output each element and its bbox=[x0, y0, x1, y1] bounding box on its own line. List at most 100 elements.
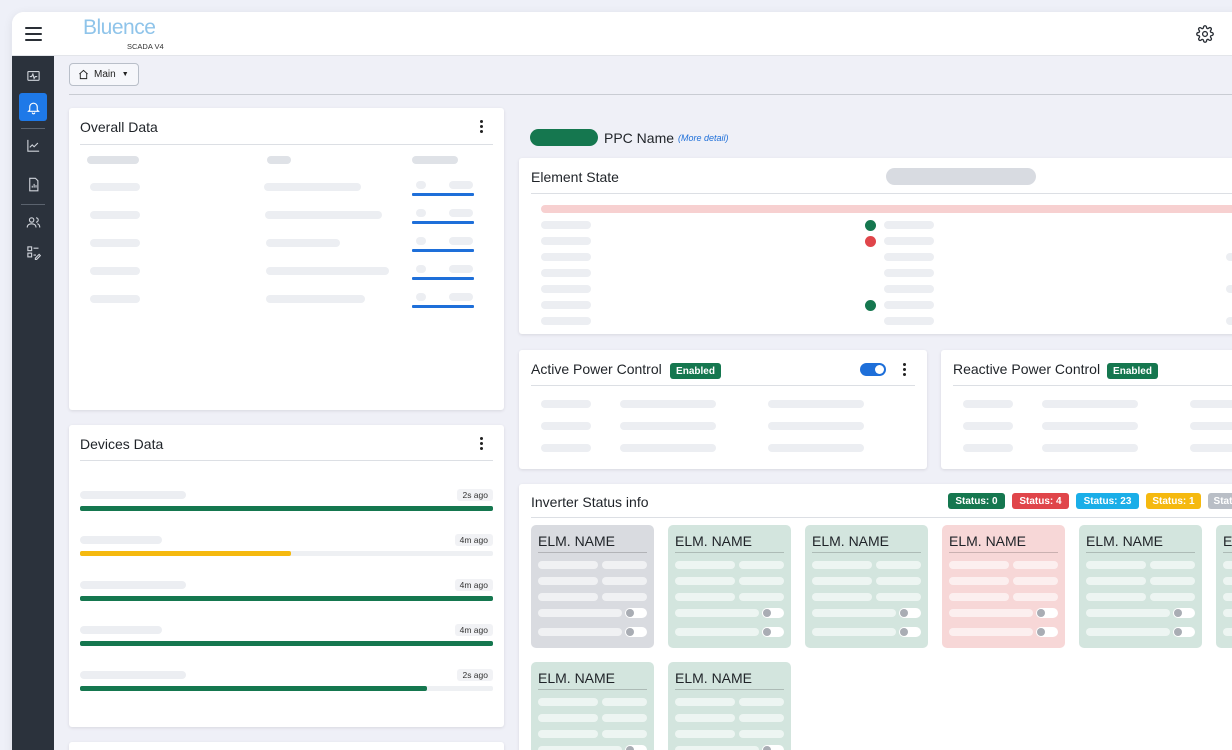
placeholder-bar bbox=[949, 593, 1009, 601]
element-toggle[interactable] bbox=[625, 627, 647, 637]
placeholder-bar bbox=[876, 593, 921, 601]
progress-fill bbox=[80, 686, 427, 691]
placeholder-bar bbox=[812, 628, 896, 636]
placeholder-bar bbox=[80, 671, 186, 679]
placeholder-bar bbox=[80, 491, 186, 499]
element-toggle[interactable] bbox=[1036, 627, 1058, 637]
active-power-control-card: Active Power Control Enabled bbox=[519, 350, 927, 469]
placeholder-bar bbox=[675, 561, 735, 569]
users-icon bbox=[26, 216, 40, 228]
element-toggle[interactable] bbox=[762, 627, 784, 637]
placeholder-bar bbox=[876, 561, 921, 569]
inverter-element-tile[interactable]: ELM. NAME bbox=[942, 525, 1065, 648]
progress-fill bbox=[80, 596, 493, 601]
placeholder-bar bbox=[541, 444, 591, 452]
placeholder-bar bbox=[675, 628, 759, 636]
status-dot-ok bbox=[865, 300, 876, 311]
more-options-icon[interactable] bbox=[476, 436, 486, 450]
status-count-badge[interactable]: Status: 0 bbox=[948, 493, 1005, 509]
element-toggle[interactable] bbox=[762, 608, 784, 618]
status-dot-ok bbox=[865, 220, 876, 231]
inverter-element-tile[interactable]: ELM. NAME bbox=[1079, 525, 1202, 648]
card-divider bbox=[80, 144, 493, 145]
inverter-element-tile[interactable]: ELM. NAME bbox=[531, 662, 654, 750]
placeholder-bar bbox=[949, 628, 1033, 636]
element-toggle[interactable] bbox=[899, 608, 921, 618]
placeholder-bar bbox=[80, 536, 162, 544]
element-toggle[interactable] bbox=[1173, 627, 1195, 637]
placeholder-bar bbox=[620, 400, 716, 408]
placeholder-bar bbox=[1086, 561, 1146, 569]
sidebar-item-reports[interactable] bbox=[19, 170, 47, 198]
placeholder-bar bbox=[538, 698, 598, 706]
placeholder-bar bbox=[541, 301, 591, 309]
sidebar-item-users[interactable] bbox=[19, 208, 47, 236]
placeholder-bar bbox=[538, 730, 598, 738]
placeholder-bar bbox=[602, 593, 647, 601]
placeholder-bar bbox=[602, 561, 647, 569]
placeholder-pill bbox=[886, 168, 1036, 185]
inverter-element-tile[interactable]: ELM. NAME bbox=[668, 662, 791, 750]
app-logo: Bluence SCADA V4 bbox=[83, 16, 164, 51]
overall-data-title: Overall Data bbox=[80, 119, 158, 135]
progress-fill bbox=[80, 506, 493, 511]
status-count-badge[interactable]: Stat bbox=[1208, 493, 1232, 509]
inverter-status-card: Inverter Status info Status: 0 Status: 4 S… bbox=[519, 484, 1232, 750]
overall-data-card: Overall Data bbox=[69, 108, 504, 410]
placeholder-bar bbox=[884, 221, 934, 229]
value-indicator-line bbox=[412, 277, 474, 280]
element-toggle[interactable] bbox=[625, 608, 647, 618]
main-dropdown-button[interactable]: Main ▼ bbox=[69, 63, 139, 86]
placeholder-bar bbox=[739, 561, 784, 569]
element-name: ELM. NAME bbox=[812, 533, 890, 549]
active-power-title: Active Power Control bbox=[531, 361, 662, 377]
edit-list-icon bbox=[26, 245, 41, 260]
placeholder-bar bbox=[541, 400, 591, 408]
element-toggle[interactable] bbox=[1036, 608, 1058, 618]
sidebar bbox=[12, 56, 54, 750]
sidebar-item-trends[interactable] bbox=[19, 131, 47, 159]
placeholder-bar bbox=[675, 609, 759, 617]
reactive-power-control-card: Reactive Power Control Enabled bbox=[941, 350, 1232, 469]
placeholder-bar bbox=[541, 221, 591, 229]
more-detail-link[interactable]: (More detail) bbox=[678, 133, 729, 143]
sidebar-item-settings-list[interactable] bbox=[19, 238, 47, 266]
sidebar-item-alarms[interactable] bbox=[19, 93, 47, 121]
value-indicator-line bbox=[412, 221, 474, 224]
placeholder-bar bbox=[949, 561, 1009, 569]
tile-divider bbox=[538, 552, 647, 553]
element-toggle[interactable] bbox=[899, 627, 921, 637]
inverter-element-tile[interactable]: ELM. NAME bbox=[805, 525, 928, 648]
menu-icon[interactable] bbox=[25, 27, 42, 41]
placeholder-bar bbox=[884, 301, 934, 309]
next-card bbox=[69, 742, 504, 750]
placeholder-bar bbox=[80, 581, 186, 589]
status-count-badge[interactable]: Status: 1 bbox=[1146, 493, 1201, 509]
placeholder-bar bbox=[449, 209, 473, 217]
more-options-icon[interactable] bbox=[899, 362, 909, 376]
more-options-icon[interactable] bbox=[476, 119, 486, 133]
gear-icon[interactable] bbox=[1196, 25, 1214, 43]
placeholder-bar bbox=[449, 293, 473, 301]
sidebar-item-monitor[interactable] bbox=[19, 62, 47, 90]
placeholder-bar bbox=[1042, 422, 1138, 430]
element-toggle[interactable] bbox=[1173, 608, 1195, 618]
last-update-badge: 4m ago bbox=[454, 624, 493, 636]
placeholder-bar bbox=[739, 714, 784, 722]
app-name: Bluence bbox=[83, 16, 156, 39]
status-count-badge[interactable]: Status: 4 bbox=[1012, 493, 1069, 509]
placeholder-bar bbox=[449, 181, 473, 189]
inverter-element-tile[interactable]: ELM. NAME bbox=[1216, 525, 1232, 648]
inverter-element-tile[interactable]: ELM. NAME bbox=[668, 525, 791, 648]
placeholder-bar bbox=[541, 237, 591, 245]
placeholder-bar bbox=[602, 698, 647, 706]
placeholder-bar bbox=[267, 156, 291, 164]
status-count-badge[interactable]: Status: 23 bbox=[1076, 493, 1139, 509]
inverter-element-tile[interactable]: ELM. NAME bbox=[531, 525, 654, 648]
placeholder-bar bbox=[1150, 577, 1195, 585]
enable-toggle[interactable] bbox=[860, 363, 886, 376]
placeholder-bar bbox=[884, 285, 934, 293]
element-toggle[interactable] bbox=[762, 745, 784, 750]
element-toggle[interactable] bbox=[625, 745, 647, 750]
top-bar: Bluence SCADA V4 bbox=[12, 12, 1232, 56]
